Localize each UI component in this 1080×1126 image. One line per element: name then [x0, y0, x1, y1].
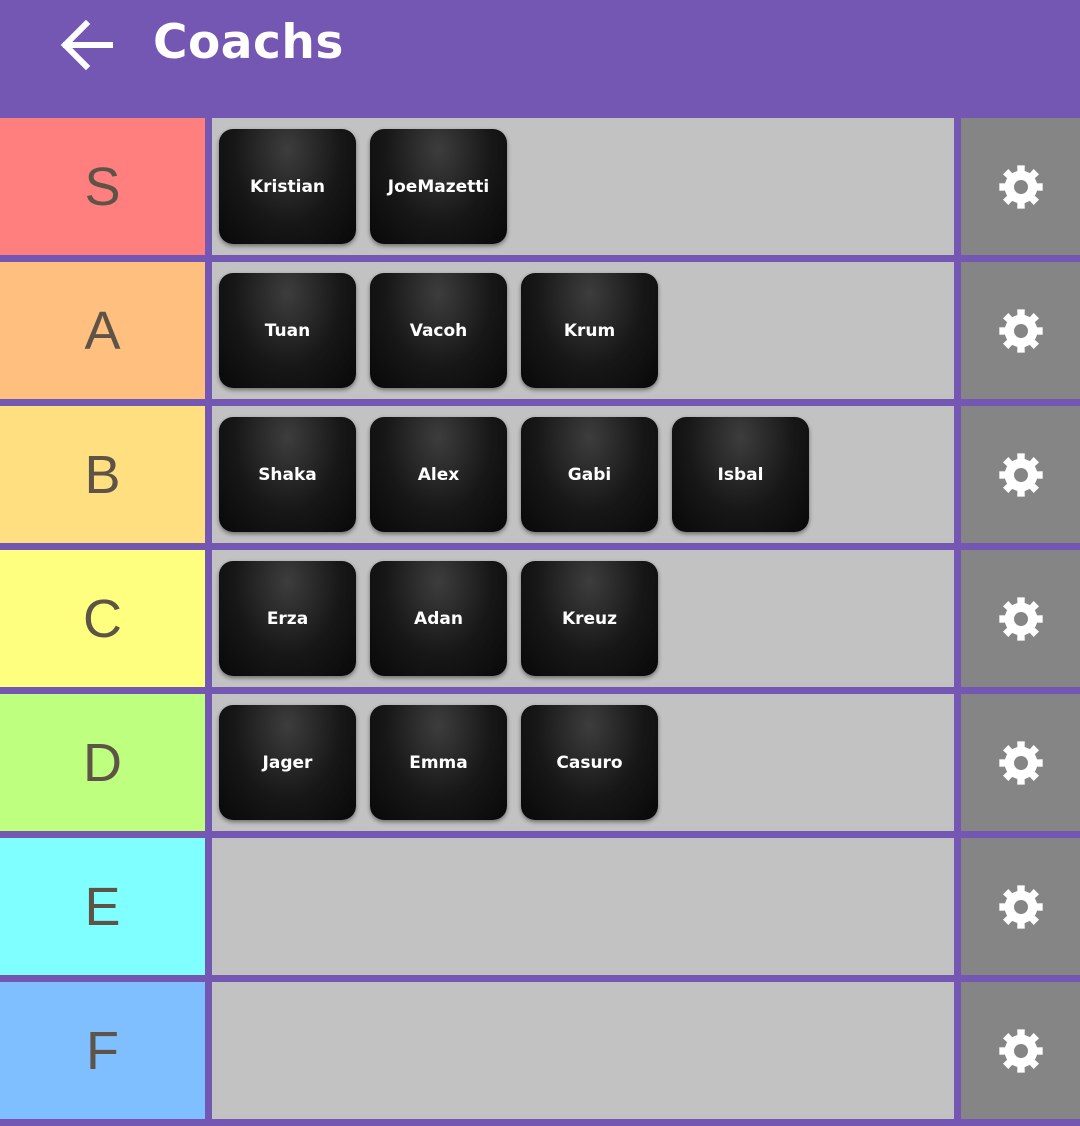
gear-icon: [998, 1028, 1043, 1073]
gear-icon: [998, 164, 1043, 209]
coach-card[interactable]: Shaka: [219, 417, 356, 532]
gear-icon: [998, 740, 1043, 785]
coach-card[interactable]: Jager: [219, 705, 356, 820]
tier-settings-button[interactable]: [961, 262, 1080, 399]
coach-name: Erza: [266, 608, 309, 629]
coach-name: Krum: [563, 320, 616, 341]
tier-label[interactable]: C: [0, 550, 205, 687]
coach-card[interactable]: Kreuz: [521, 561, 658, 676]
back-button[interactable]: [52, 10, 122, 80]
coach-name: Isbal: [717, 464, 764, 485]
coach-name: Casuro: [556, 752, 623, 773]
gear-icon: [998, 596, 1043, 641]
coach-name: Vacoh: [409, 320, 468, 341]
tier-row-b: B Shaka Alex Gabi Isbal: [0, 406, 1080, 543]
coach-card[interactable]: Casuro: [521, 705, 658, 820]
coach-name: JoeMazetti: [387, 176, 490, 197]
coach-name: Emma: [409, 752, 468, 773]
coach-card[interactable]: Alex: [370, 417, 507, 532]
tier-items-area[interactable]: Shaka Alex Gabi Isbal: [212, 406, 954, 543]
gear-icon: [998, 884, 1043, 929]
coach-card[interactable]: JoeMazetti: [370, 129, 507, 244]
tier-items-area[interactable]: Tuan Vacoh Krum: [212, 262, 954, 399]
coach-card[interactable]: Kristian: [219, 129, 356, 244]
tier-settings-button[interactable]: [961, 406, 1080, 543]
tier-list: S Kristian JoeMazetti A Tuan Vacoh Krum B Shaka A…: [0, 118, 1080, 1126]
tier-settings-button[interactable]: [961, 550, 1080, 687]
arrow-left-icon: [60, 19, 113, 71]
coach-name: Jager: [262, 752, 313, 773]
coach-card[interactable]: Isbal: [672, 417, 809, 532]
coach-name: Tuan: [264, 320, 311, 341]
coach-card[interactable]: Gabi: [521, 417, 658, 532]
tier-row-e: E: [0, 838, 1080, 975]
tier-label[interactable]: B: [0, 406, 205, 543]
tier-label[interactable]: E: [0, 838, 205, 975]
tier-label[interactable]: A: [0, 262, 205, 399]
tier-items-area[interactable]: Erza Adan Kreuz: [212, 550, 954, 687]
coach-name: Gabi: [567, 464, 612, 485]
coach-name: Kristian: [249, 176, 326, 197]
tier-label[interactable]: D: [0, 694, 205, 831]
coach-name: Kreuz: [561, 608, 618, 629]
tier-row-a: A Tuan Vacoh Krum: [0, 262, 1080, 399]
tier-label[interactable]: F: [0, 982, 205, 1119]
tier-items-area[interactable]: Kristian JoeMazetti: [212, 118, 954, 255]
tier-items-area[interactable]: [212, 838, 954, 975]
gear-icon: [998, 452, 1043, 497]
tier-label[interactable]: S: [0, 118, 205, 255]
coach-card[interactable]: Krum: [521, 273, 658, 388]
coach-card[interactable]: Adan: [370, 561, 507, 676]
tier-settings-button[interactable]: [961, 838, 1080, 975]
coach-card[interactable]: Vacoh: [370, 273, 507, 388]
app-header: Coachs: [0, 0, 1080, 118]
coach-name: Alex: [417, 464, 460, 485]
tier-settings-button[interactable]: [961, 694, 1080, 831]
tier-row-c: C Erza Adan Kreuz: [0, 550, 1080, 687]
tier-items-area[interactable]: [212, 982, 954, 1119]
tier-list-app: Coachs S Kristian JoeMazetti A Tuan Vacoh Krum…: [0, 0, 1080, 1123]
tier-items-area[interactable]: Jager Emma Casuro: [212, 694, 954, 831]
gear-icon: [998, 308, 1043, 353]
tier-row-d: D Jager Emma Casuro: [0, 694, 1080, 831]
tier-row-f: F: [0, 982, 1080, 1119]
tier-row-s: S Kristian JoeMazetti: [0, 118, 1080, 255]
coach-card[interactable]: Emma: [370, 705, 507, 820]
coach-name: Adan: [414, 608, 463, 629]
tier-settings-button[interactable]: [961, 118, 1080, 255]
coach-card[interactable]: Erza: [219, 561, 356, 676]
page-title: Coachs: [153, 15, 344, 70]
coach-card[interactable]: Tuan: [219, 273, 356, 388]
tier-settings-button[interactable]: [961, 982, 1080, 1119]
coach-name: Shaka: [258, 464, 317, 485]
